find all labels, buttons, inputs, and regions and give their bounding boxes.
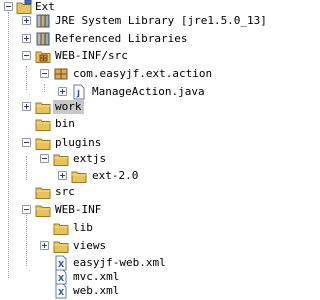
tree-item-label: bin [55, 117, 75, 130]
folder-icon [35, 184, 51, 200]
folder-icon [53, 220, 69, 236]
collapse-toggle[interactable] [40, 154, 49, 163]
expand-toggle[interactable] [22, 102, 31, 111]
folder-icon [35, 116, 51, 132]
tree-item-label: WEB-INF [55, 203, 102, 216]
tree-item-jre-library[interactable]: JRE System Library [jre1.5.0_13] [0, 12, 281, 30]
tree-item-label: plugins [55, 136, 102, 149]
tree-item-web-inf[interactable]: WEB-INF [0, 201, 281, 219]
collapse-toggle[interactable] [22, 138, 31, 147]
library-icon [35, 31, 51, 47]
tree-item-work[interactable]: work [0, 98, 281, 116]
svg-text:X: X [58, 288, 65, 297]
tree-item-label: WEB-INF/src [55, 49, 128, 62]
expand-toggle[interactable] [22, 34, 31, 43]
expand-toggle[interactable] [22, 16, 31, 25]
source-folder-icon [35, 48, 51, 64]
folder-icon [53, 151, 69, 167]
expand-toggle[interactable] [40, 241, 49, 250]
expand-toggle[interactable] [58, 87, 67, 96]
folder-icon [35, 99, 51, 115]
tree-item-lib[interactable]: lib [0, 219, 281, 237]
tree-item-label: web.xml [73, 284, 120, 297]
tree-item-package[interactable]: com.easyjf.ext.action [0, 65, 281, 83]
tree-item-web-inf-src[interactable]: WEB-INF/src [0, 47, 281, 65]
tree-item-label: com.easyjf.ext.action [73, 67, 213, 80]
folder-icon [53, 238, 69, 254]
tree-item-referenced-libraries[interactable]: Referenced Libraries [0, 30, 281, 48]
tree-item-label: ManageAction.java [92, 85, 205, 98]
collapse-toggle[interactable] [22, 205, 31, 214]
tree-item-label: Referenced Libraries [55, 32, 188, 45]
tree-item-extjs[interactable]: extjs [0, 150, 281, 168]
tree-item-bin[interactable]: bin [0, 115, 281, 133]
tree-item-views[interactable]: views [0, 237, 281, 255]
tree-item-label: lib [73, 221, 93, 234]
collapse-toggle[interactable] [4, 2, 13, 11]
xml-file-icon: X [53, 283, 69, 299]
library-icon [35, 13, 51, 29]
folder-icon [35, 202, 51, 218]
collapse-toggle[interactable] [40, 69, 49, 78]
folder-icon [71, 168, 87, 184]
folder-icon [35, 135, 51, 151]
tree-item-label: views [73, 239, 107, 252]
tree-item-label: ext-2.0 [92, 169, 139, 182]
expand-toggle[interactable] [58, 171, 67, 180]
collapse-toggle[interactable] [22, 51, 31, 60]
project-explorer-tree: Ext JRE System Library [jre1.5.0_13] Ref… [0, 0, 281, 300]
tree-item-label: extjs [73, 152, 107, 165]
package-icon [53, 66, 69, 82]
tree-item-src[interactable]: src [0, 183, 281, 201]
tree-item-label: JRE System Library [jre1.5.0_13] [55, 14, 267, 27]
tree-item-label: src [55, 185, 75, 198]
tree-item-web-xml[interactable]: X web.xml [0, 282, 281, 300]
svg-text:J: J [76, 89, 80, 98]
tree-item-label: work [53, 100, 84, 114]
